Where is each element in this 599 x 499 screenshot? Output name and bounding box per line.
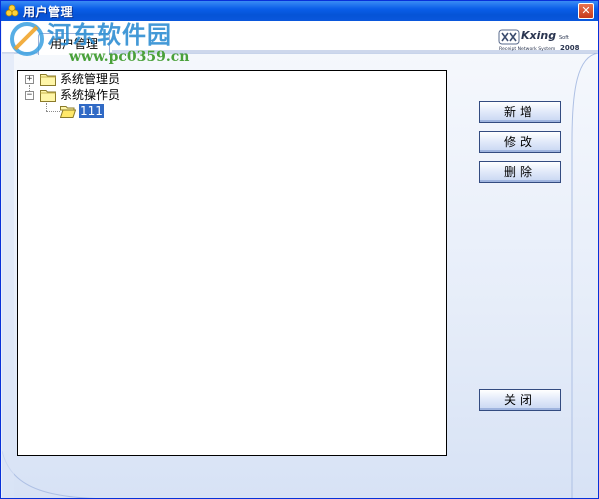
user-management-window: 用户管理 ✕ 用户管理 Kxing Soft Receipt Network S…: [0, 0, 599, 499]
close-button[interactable]: 关闭: [479, 389, 561, 411]
watermark-url: www.pc0359.cn: [69, 49, 190, 65]
client-area: 用户管理 Kxing Soft Receipt Network System 2…: [2, 21, 598, 498]
folder-closed-icon: [40, 90, 56, 102]
tree-node-label: 系统管理员: [60, 72, 121, 86]
add-button[interactable]: 新增: [479, 101, 561, 123]
watermark-text: 河东软件园: [47, 21, 172, 49]
app-icon: [5, 4, 19, 17]
collapse-minus-icon[interactable]: −: [25, 91, 34, 100]
delete-button[interactable]: 删除: [479, 161, 561, 183]
logo-tagline: Receipt Network System: [499, 46, 556, 52]
user-tree[interactable]: + 系统管理员 − 系统操作员 111: [17, 70, 447, 456]
edit-button[interactable]: 修改: [479, 131, 561, 153]
tree-node-system-admin[interactable]: + 系统管理员: [18, 71, 446, 87]
logo-brand: Kxing: [521, 29, 556, 42]
kxing-logo: Kxing Soft Receipt Network System 2008: [498, 29, 579, 52]
tree-node-system-operator[interactable]: − 系统操作员: [18, 87, 446, 103]
close-icon: ✕: [581, 4, 591, 17]
expand-plus-icon[interactable]: +: [25, 75, 34, 84]
tree-node-label: 系统操作员: [60, 88, 121, 102]
watermark-logo-icon: [10, 22, 44, 56]
tree-node-user-111[interactable]: 111: [18, 103, 446, 119]
tree-node-label-selected: 111: [79, 104, 104, 118]
logo-brand-suffix: Soft: [559, 35, 569, 41]
folder-open-icon: [60, 106, 76, 118]
close-window-button[interactable]: ✕: [578, 3, 594, 19]
logo-year: 2008: [560, 44, 579, 52]
folder-closed-icon: [40, 74, 56, 86]
